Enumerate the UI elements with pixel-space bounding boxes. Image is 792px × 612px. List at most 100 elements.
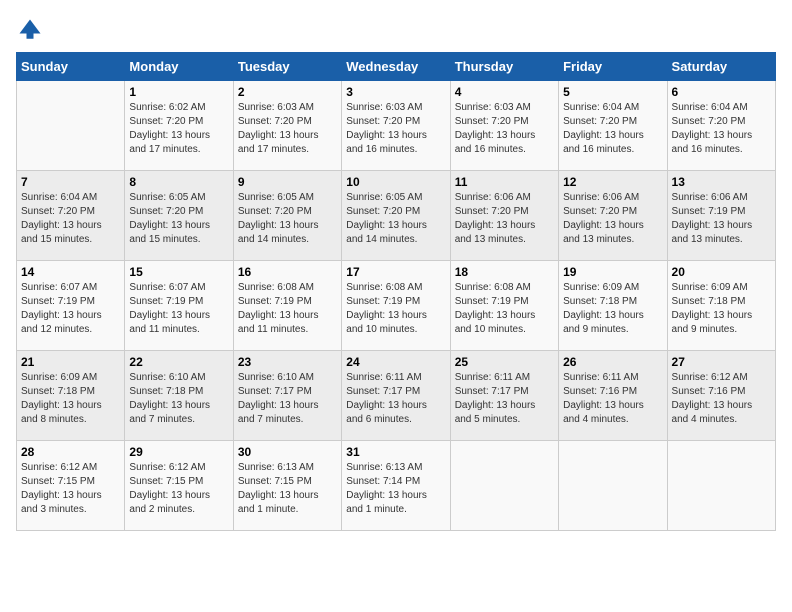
day-info: Sunrise: 6:13 AMSunset: 7:15 PMDaylight:…: [238, 461, 337, 517]
day-info: Sunrise: 6:04 AMSunset: 7:20 PMDaylight:…: [21, 191, 120, 247]
header: [16, 16, 776, 44]
day-info: Sunrise: 6:09 AMSunset: 7:18 PMDaylight:…: [672, 281, 771, 337]
day-number: 26: [563, 355, 662, 369]
calendar-cell: 25 Sunrise: 6:11 AMSunset: 7:17 PMDayligh…: [450, 351, 558, 441]
header-day-saturday: Saturday: [667, 53, 775, 81]
day-info: Sunrise: 6:07 AMSunset: 7:19 PMDaylight:…: [129, 281, 228, 337]
calendar-cell: 10 Sunrise: 6:05 AMSunset: 7:20 PMDayligh…: [342, 171, 450, 261]
day-info: Sunrise: 6:07 AMSunset: 7:19 PMDaylight:…: [21, 281, 120, 337]
day-number: 21: [21, 355, 120, 369]
day-info: Sunrise: 6:11 AMSunset: 7:16 PMDaylight:…: [563, 371, 662, 427]
day-info: Sunrise: 6:10 AMSunset: 7:18 PMDaylight:…: [129, 371, 228, 427]
day-info: Sunrise: 6:11 AMSunset: 7:17 PMDaylight:…: [455, 371, 554, 427]
calendar-cell: 5 Sunrise: 6:04 AMSunset: 7:20 PMDaylight…: [559, 81, 667, 171]
header-day-wednesday: Wednesday: [342, 53, 450, 81]
week-row-1: 1 Sunrise: 6:02 AMSunset: 7:20 PMDaylight…: [17, 81, 776, 171]
calendar-cell: 24Sunrise: 6:11 AMSunset: 7:17 PMDayligh…: [342, 351, 450, 441]
header-day-tuesday: Tuesday: [233, 53, 341, 81]
day-number: 29: [129, 445, 228, 459]
day-info: Sunrise: 6:12 AMSunset: 7:16 PMDaylight:…: [672, 371, 771, 427]
day-number: 10: [346, 175, 445, 189]
calendar-cell: 6Sunrise: 6:04 AMSunset: 7:20 PMDaylight…: [667, 81, 775, 171]
day-info: Sunrise: 6:05 AMSunset: 7:20 PMDaylight:…: [346, 191, 445, 247]
day-number: 6: [672, 85, 771, 99]
day-number: 16: [238, 265, 337, 279]
calendar-cell: 2 Sunrise: 6:03 AMSunset: 7:20 PMDaylight…: [233, 81, 341, 171]
day-number: 22: [129, 355, 228, 369]
day-number: 31: [346, 445, 445, 459]
calendar-cell: 12Sunrise: 6:06 AMSunset: 7:20 PMDayligh…: [559, 171, 667, 261]
day-number: 7: [21, 175, 120, 189]
day-info: Sunrise: 6:12 AMSunset: 7:15 PMDaylight:…: [129, 461, 228, 517]
day-info: Sunrise: 6:02 AMSunset: 7:20 PMDaylight:…: [129, 101, 228, 157]
header-row: SundayMondayTuesdayWednesdayThursdayFrid…: [17, 53, 776, 81]
calendar-cell: 14 Sunrise: 6:07 AMSunset: 7:19 PMDayligh…: [17, 261, 125, 351]
calendar-cell: 13Sunrise: 6:06 AMSunset: 7:19 PMDayligh…: [667, 171, 775, 261]
day-number: 3: [346, 85, 445, 99]
header-day-friday: Friday: [559, 53, 667, 81]
calendar-cell: [17, 81, 125, 171]
calendar-cell: 9 Sunrise: 6:05 AMSunset: 7:20 PMDaylight…: [233, 171, 341, 261]
day-number: 27: [672, 355, 771, 369]
day-info: Sunrise: 6:09 AMSunset: 7:18 PMDaylight:…: [21, 371, 120, 427]
day-info: Sunrise: 6:08 AMSunset: 7:19 PMDaylight:…: [238, 281, 337, 337]
calendar-cell: 29 Sunrise: 6:12 AMSunset: 7:15 PMDayligh…: [125, 441, 233, 531]
day-info: Sunrise: 6:06 AMSunset: 7:20 PMDaylight:…: [455, 191, 554, 247]
header-day-monday: Monday: [125, 53, 233, 81]
day-number: 23: [238, 355, 337, 369]
day-number: 1: [129, 85, 228, 99]
calendar-cell: 31 Sunrise: 6:13 AMSunset: 7:14 PMDayligh…: [342, 441, 450, 531]
day-number: 4: [455, 85, 554, 99]
day-info: Sunrise: 6:03 AMSunset: 7:20 PMDaylight:…: [346, 101, 445, 157]
header-day-sunday: Sunday: [17, 53, 125, 81]
logo: [16, 16, 48, 44]
header-day-thursday: Thursday: [450, 53, 558, 81]
day-number: 24: [346, 355, 445, 369]
day-info: Sunrise: 6:05 AMSunset: 7:20 PMDaylight:…: [238, 191, 337, 247]
calendar-cell: 19Sunrise: 6:09 AMSunset: 7:18 PMDayligh…: [559, 261, 667, 351]
day-number: 15: [129, 265, 228, 279]
calendar-cell: 22 Sunrise: 6:10 AMSunset: 7:18 PMDayligh…: [125, 351, 233, 441]
day-number: 12: [563, 175, 662, 189]
day-info: Sunrise: 6:08 AMSunset: 7:19 PMDaylight:…: [346, 281, 445, 337]
day-info: Sunrise: 6:03 AMSunset: 7:20 PMDaylight:…: [238, 101, 337, 157]
calendar-cell: 27 Sunrise: 6:12 AMSunset: 7:16 PMDayligh…: [667, 351, 775, 441]
day-info: Sunrise: 6:09 AMSunset: 7:18 PMDaylight:…: [563, 281, 662, 337]
day-info: Sunrise: 6:06 AMSunset: 7:19 PMDaylight:…: [672, 191, 771, 247]
day-info: Sunrise: 6:03 AMSunset: 7:20 PMDaylight:…: [455, 101, 554, 157]
calendar-cell: 8Sunrise: 6:05 AMSunset: 7:20 PMDaylight…: [125, 171, 233, 261]
day-info: Sunrise: 6:13 AMSunset: 7:14 PMDaylight:…: [346, 461, 445, 517]
day-info: Sunrise: 6:05 AMSunset: 7:20 PMDaylight:…: [129, 191, 228, 247]
day-number: 17: [346, 265, 445, 279]
week-row-3: 14 Sunrise: 6:07 AMSunset: 7:19 PMDayligh…: [17, 261, 776, 351]
logo-icon: [16, 16, 44, 44]
calendar-cell: 30Sunrise: 6:13 AMSunset: 7:15 PMDayligh…: [233, 441, 341, 531]
week-row-5: 28 Sunrise: 6:12 AMSunset: 7:15 PMDayligh…: [17, 441, 776, 531]
calendar-cell: 21 Sunrise: 6:09 AMSunset: 7:18 PMDayligh…: [17, 351, 125, 441]
week-row-4: 21 Sunrise: 6:09 AMSunset: 7:18 PMDayligh…: [17, 351, 776, 441]
day-number: 5: [563, 85, 662, 99]
calendar-cell: 17 Sunrise: 6:08 AMSunset: 7:19 PMDayligh…: [342, 261, 450, 351]
day-number: 9: [238, 175, 337, 189]
calendar-cell: 3 Sunrise: 6:03 AMSunset: 7:20 PMDaylight…: [342, 81, 450, 171]
day-number: 14: [21, 265, 120, 279]
day-number: 2: [238, 85, 337, 99]
calendar-cell: 16 Sunrise: 6:08 AMSunset: 7:19 PMDayligh…: [233, 261, 341, 351]
day-number: 25: [455, 355, 554, 369]
calendar-table: SundayMondayTuesdayWednesdayThursdayFrid…: [16, 52, 776, 531]
calendar-cell: 20 Sunrise: 6:09 AMSunset: 7:18 PMDayligh…: [667, 261, 775, 351]
day-number: 28: [21, 445, 120, 459]
calendar-cell: 15 Sunrise: 6:07 AMSunset: 7:19 PMDayligh…: [125, 261, 233, 351]
calendar-cell: 11 Sunrise: 6:06 AMSunset: 7:20 PMDayligh…: [450, 171, 558, 261]
day-info: Sunrise: 6:12 AMSunset: 7:15 PMDaylight:…: [21, 461, 120, 517]
calendar-cell: 4 Sunrise: 6:03 AMSunset: 7:20 PMDaylight…: [450, 81, 558, 171]
calendar-cell: 1 Sunrise: 6:02 AMSunset: 7:20 PMDaylight…: [125, 81, 233, 171]
calendar-cell: 28 Sunrise: 6:12 AMSunset: 7:15 PMDayligh…: [17, 441, 125, 531]
day-info: Sunrise: 6:04 AMSunset: 7:20 PMDaylight:…: [563, 101, 662, 157]
day-info: Sunrise: 6:08 AMSunset: 7:19 PMDaylight:…: [455, 281, 554, 337]
calendar-cell: 7 Sunrise: 6:04 AMSunset: 7:20 PMDaylight…: [17, 171, 125, 261]
day-number: 20: [672, 265, 771, 279]
calendar-cell: 18Sunrise: 6:08 AMSunset: 7:19 PMDayligh…: [450, 261, 558, 351]
day-info: Sunrise: 6:10 AMSunset: 7:17 PMDaylight:…: [238, 371, 337, 427]
day-number: 11: [455, 175, 554, 189]
